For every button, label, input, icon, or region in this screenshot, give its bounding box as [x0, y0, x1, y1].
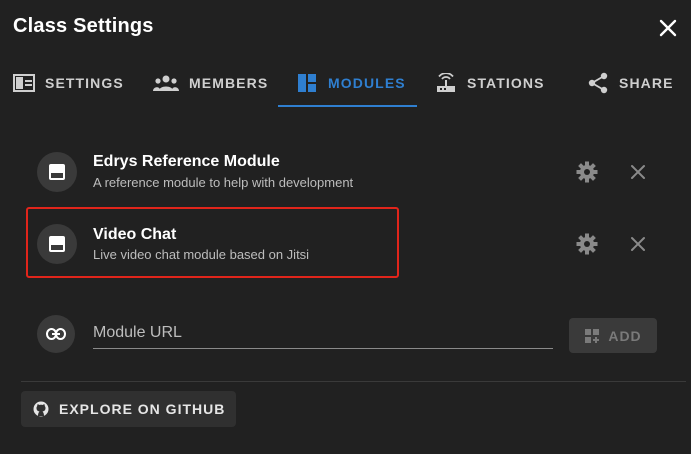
members-icon	[153, 72, 179, 94]
tab-members-label: MEMBERS	[189, 75, 269, 91]
module-item: Edrys Reference Module A reference modul…	[26, 135, 401, 207]
divider	[21, 381, 686, 382]
explore-github-button[interactable]: EXPLORE ON GITHUB	[21, 391, 236, 427]
add-module-icon	[585, 328, 600, 343]
tab-modules-label: MODULES	[328, 75, 406, 91]
gear-icon[interactable]	[575, 160, 599, 184]
explore-github-label: EXPLORE ON GITHUB	[59, 401, 226, 417]
tab-settings[interactable]: SETTINGS	[13, 58, 124, 108]
tab-share-label: SHARE	[619, 75, 674, 91]
tab-modules[interactable]: MODULES	[296, 58, 406, 108]
remove-module-icon[interactable]	[626, 160, 650, 184]
settings-panel-icon	[13, 72, 35, 94]
module-title: Edrys Reference Module	[93, 153, 280, 170]
module-subtitle: A reference module to help with developm…	[93, 175, 354, 190]
stations-icon	[435, 72, 457, 94]
dialog-title: Class Settings	[13, 15, 154, 37]
tab-bar: SETTINGS MEMBERS MODULES STATIONS SHARE	[0, 58, 691, 108]
github-icon	[33, 401, 49, 417]
tab-members[interactable]: MEMBERS	[153, 58, 268, 108]
close-icon[interactable]	[656, 16, 680, 40]
tab-stations[interactable]: STATIONS	[435, 58, 545, 108]
add-button[interactable]: ADD	[569, 318, 657, 353]
link-icon	[37, 315, 75, 353]
module-url-input[interactable]	[93, 318, 553, 349]
share-icon	[587, 72, 609, 94]
gear-icon[interactable]	[575, 232, 599, 256]
add-button-label: ADD	[608, 327, 642, 344]
active-tab-indicator	[278, 105, 417, 107]
tab-settings-label: SETTINGS	[45, 75, 124, 91]
highlight-box	[26, 207, 399, 278]
module-icon	[37, 152, 77, 192]
modules-icon	[296, 72, 318, 94]
remove-module-icon[interactable]	[626, 232, 650, 256]
tab-stations-label: STATIONS	[467, 75, 545, 91]
tab-share[interactable]: SHARE	[587, 58, 674, 108]
